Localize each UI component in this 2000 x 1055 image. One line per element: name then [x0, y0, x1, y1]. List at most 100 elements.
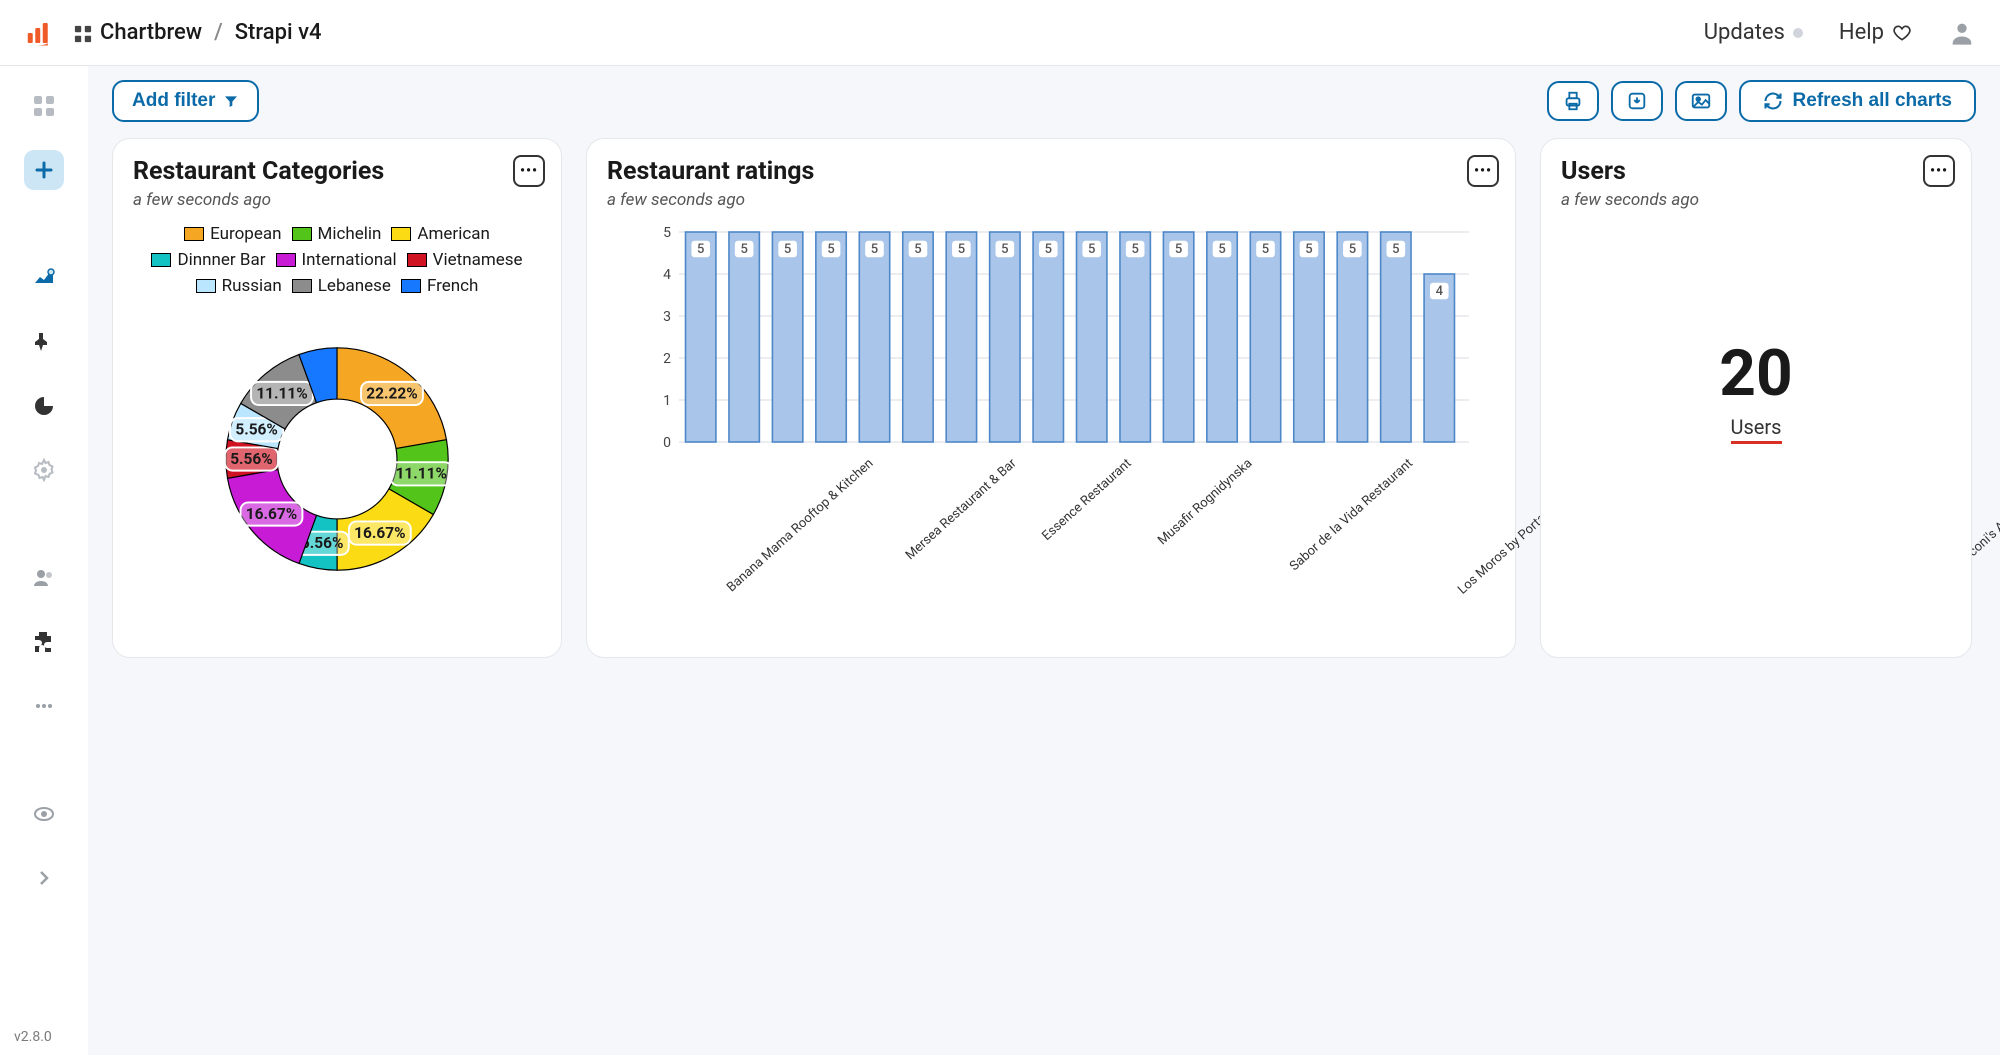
help-link[interactable]: Help	[1839, 20, 1912, 45]
download-button[interactable]	[1611, 81, 1663, 121]
bar-chart[interactable]: 012345555555555555555554	[651, 222, 1471, 452]
svg-text:5: 5	[1045, 242, 1052, 257]
sidebar-more-icon[interactable]	[24, 686, 64, 726]
sidebar-collapse-icon[interactable]	[24, 858, 64, 898]
card-restaurant-ratings: ••• Restaurant ratings a few seconds ago…	[586, 138, 1516, 658]
legend-label: International	[302, 250, 397, 270]
export-image-button[interactable]	[1675, 81, 1727, 121]
card-menu-button[interactable]: •••	[1923, 155, 1955, 187]
svg-text:5: 5	[1305, 242, 1312, 257]
kpi-series-label: Users	[1731, 415, 1782, 444]
refresh-icon	[1763, 91, 1783, 111]
sidebar-integrations-icon[interactable]	[24, 622, 64, 662]
sidebar-dashboards-icon[interactable]	[24, 86, 64, 126]
legend-label: French	[427, 276, 478, 296]
kpi-value: 20	[1719, 336, 1792, 411]
bar-category-label: Mersea Restaurant & Bar	[903, 456, 1020, 563]
action-bar: Add filter Refresh all charts	[112, 80, 1976, 122]
legend-item[interactable]: French	[401, 276, 478, 296]
svg-text:5: 5	[1088, 242, 1095, 257]
user-avatar-icon[interactable]	[1948, 19, 1976, 47]
legend-swatch-icon	[407, 253, 427, 267]
sidebar-team-icon[interactable]	[24, 558, 64, 598]
svg-text:5.56%: 5.56%	[235, 421, 278, 439]
legend-item[interactable]: American	[391, 224, 489, 244]
print-icon	[1562, 90, 1584, 112]
version-label: v2.8.0	[14, 1029, 52, 1045]
legend-swatch-icon	[196, 279, 216, 293]
sidebar-datasets-icon[interactable]	[24, 386, 64, 426]
card-updated: a few seconds ago	[133, 190, 541, 210]
grid-icon	[74, 24, 92, 42]
legend-item[interactable]: European	[184, 224, 281, 244]
sidebar-connections-icon[interactable]	[24, 322, 64, 362]
legend-swatch-icon	[401, 279, 421, 293]
bar-category-label: Sabor de la Vida Restaurant	[1287, 456, 1416, 574]
legend-item[interactable]: Dinnner Bar	[151, 250, 265, 270]
bar-category-label: Musafir Rognidynska	[1155, 456, 1255, 548]
svg-text:5: 5	[1001, 242, 1008, 257]
svg-text:3: 3	[663, 309, 671, 325]
card-updated: a few seconds ago	[607, 190, 1495, 210]
svg-text:5: 5	[663, 225, 671, 241]
legend-label: European	[210, 224, 281, 244]
svg-text:5: 5	[697, 242, 704, 257]
svg-text:16.67%: 16.67%	[246, 505, 297, 523]
svg-text:5: 5	[1349, 242, 1356, 257]
legend-label: Russian	[222, 276, 282, 296]
sidebar-charts-icon[interactable]	[24, 258, 64, 298]
download-icon	[1626, 90, 1648, 112]
svg-text:4: 4	[663, 267, 671, 283]
card-menu-button[interactable]: •••	[1467, 155, 1499, 187]
svg-text:2: 2	[663, 351, 671, 367]
svg-text:0: 0	[663, 435, 671, 451]
add-filter-button[interactable]: Add filter	[112, 80, 259, 122]
svg-text:5: 5	[1392, 242, 1399, 257]
svg-text:16.67%: 16.67%	[354, 524, 405, 542]
refresh-all-button[interactable]: Refresh all charts	[1739, 80, 1976, 122]
legend-label: Vietnamese	[433, 250, 523, 270]
legend-item[interactable]: Lebanese	[292, 276, 391, 296]
sidebar-settings-icon[interactable]	[24, 450, 64, 490]
breadcrumb-separator: /	[214, 20, 223, 45]
legend-item[interactable]: International	[276, 250, 397, 270]
donut-chart[interactable]: 22.22%11.11%16.67%5.56%16.67%5.56%5.56%1…	[192, 314, 482, 604]
top-bar: Chartbrew / Strapi v4 Updates Help	[0, 0, 2000, 66]
card-title: Restaurant Categories	[133, 157, 541, 186]
updates-label: Updates	[1704, 20, 1785, 45]
svg-text:5: 5	[958, 242, 965, 257]
card-title: Users	[1561, 157, 1951, 186]
add-filter-label: Add filter	[132, 90, 215, 112]
svg-text:4: 4	[1436, 284, 1444, 299]
svg-text:5: 5	[740, 242, 747, 257]
image-icon	[1690, 90, 1712, 112]
legend-item[interactable]: Vietnamese	[407, 250, 523, 270]
help-label: Help	[1839, 20, 1884, 45]
svg-text:22.22%: 22.22%	[366, 384, 417, 402]
svg-text:5: 5	[914, 242, 921, 257]
svg-text:5: 5	[784, 242, 791, 257]
legend-item[interactable]: Michelin	[292, 224, 382, 244]
legend-swatch-icon	[151, 253, 171, 267]
bar-category-label: Essence Restaurant	[1039, 456, 1134, 544]
legend-label: Dinnner Bar	[177, 250, 265, 270]
legend-swatch-icon	[292, 279, 312, 293]
breadcrumb-project[interactable]: Strapi v4	[235, 20, 322, 45]
updates-link[interactable]: Updates	[1704, 20, 1803, 45]
sidebar-add-button[interactable]	[24, 150, 64, 190]
print-button[interactable]	[1547, 81, 1599, 121]
breadcrumb[interactable]: Chartbrew / Strapi v4	[74, 20, 322, 45]
card-title: Restaurant ratings	[607, 157, 1495, 186]
sidebar-visibility-icon[interactable]	[24, 794, 64, 834]
legend-item[interactable]: Russian	[196, 276, 282, 296]
legend-swatch-icon	[276, 253, 296, 267]
donut-legend: European Michelin American Dinnner Bar Inter…	[133, 224, 541, 296]
legend-label: Michelin	[318, 224, 382, 244]
filter-icon	[223, 93, 239, 109]
card-menu-button[interactable]: •••	[513, 155, 545, 187]
bar-chart-x-labels: Banana Mama Rooftop & KitchenMersea Rest…	[675, 456, 1475, 636]
breadcrumb-app[interactable]: Chartbrew	[100, 20, 202, 45]
svg-text:11.11%: 11.11%	[396, 465, 447, 483]
svg-text:5: 5	[1218, 242, 1225, 257]
status-dot-icon	[1793, 28, 1803, 38]
